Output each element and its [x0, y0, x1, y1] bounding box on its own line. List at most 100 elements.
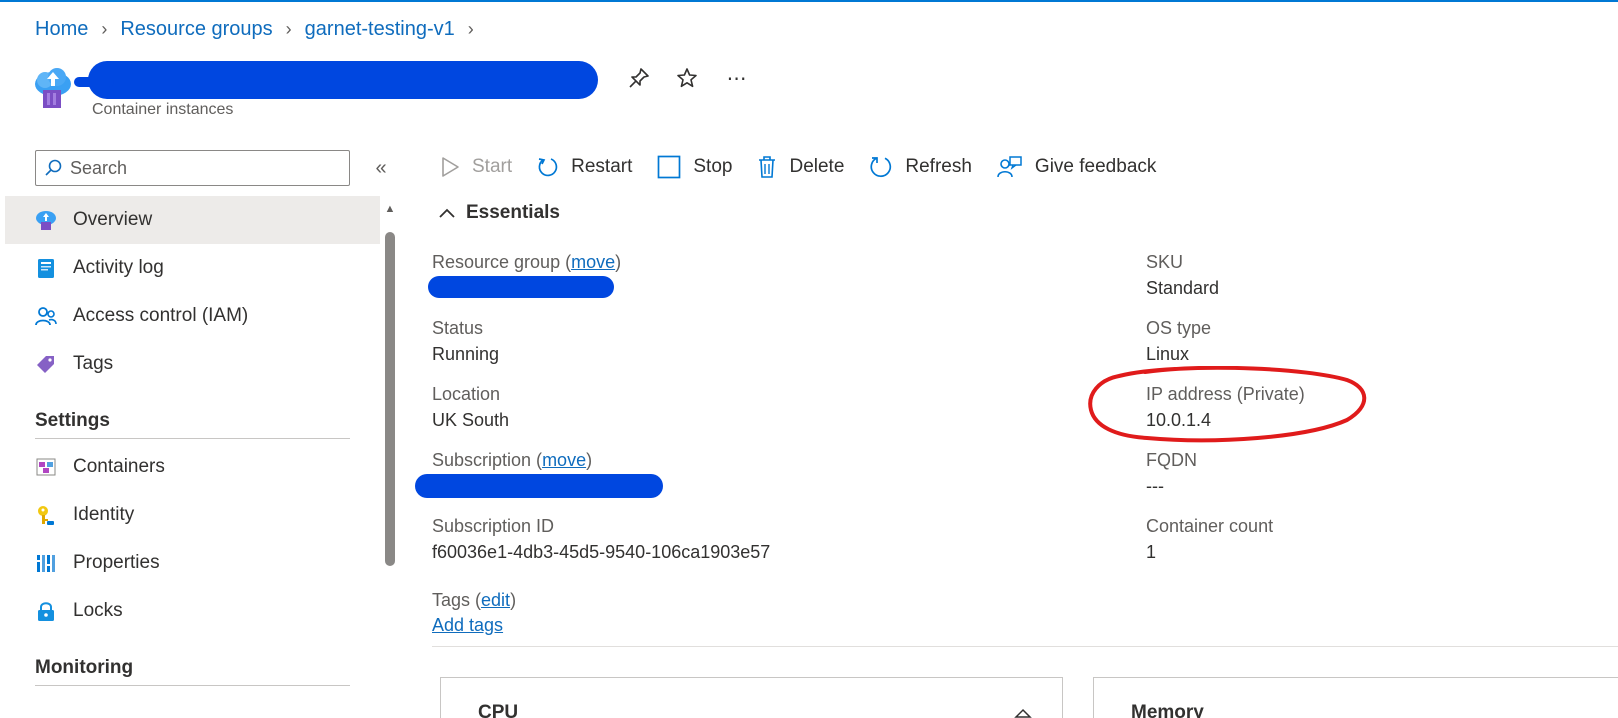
search-input[interactable]	[70, 157, 330, 179]
sidebar-item-activity-log[interactable]: Activity log	[5, 244, 380, 292]
fqdn-property: FQDN ---	[1146, 448, 1197, 498]
activity-log-icon	[35, 257, 57, 279]
redaction-mark-resource-group	[428, 276, 614, 298]
restart-icon	[538, 158, 558, 177]
sidebar-item-properties[interactable]: Properties	[5, 539, 380, 587]
chevron-up-icon	[439, 208, 455, 218]
section-divider	[35, 685, 350, 686]
sidebar-nav: Overview Activity log Access control (IA…	[5, 196, 380, 690]
section-divider	[35, 438, 350, 439]
sidebar-item-label: Identity	[73, 504, 135, 525]
container-instance-icon	[33, 66, 73, 110]
redaction-mark-subscription	[415, 474, 663, 498]
scroll-up-arrow-icon[interactable]: ▲	[383, 202, 397, 216]
containers-icon	[35, 456, 57, 478]
fqdn-value: ---	[1146, 476, 1164, 496]
redaction-mark-title-tail	[74, 77, 114, 87]
essentials-divider	[432, 646, 1618, 647]
more-icon: ⋯	[726, 67, 748, 90]
resource-group-property: Resource group (move)	[432, 250, 621, 274]
os-type-property: OS type Linux	[1146, 316, 1211, 366]
edit-tags-link[interactable]: edit	[481, 590, 510, 610]
sidebar-item-label: Tags	[73, 353, 114, 374]
chevron-right-icon: ›	[101, 18, 108, 39]
key-icon	[35, 504, 57, 526]
start-label: Start	[472, 156, 513, 177]
breadcrumb-home[interactable]: Home	[35, 18, 88, 41]
sidebar-item-label: Activity log	[73, 257, 164, 278]
breadcrumb-resource-groups[interactable]: Resource groups	[120, 18, 272, 41]
sku-key: SKU	[1146, 252, 1184, 272]
refresh-icon	[870, 157, 892, 178]
give-feedback-button[interactable]: Give feedback	[997, 155, 1156, 179]
breadcrumb: Home › Resource groups › garnet-testing-…	[35, 15, 487, 43]
start-button[interactable]: Start	[440, 156, 512, 178]
container-count-key: Container count	[1146, 516, 1274, 536]
double-chevron-left-icon: «	[375, 156, 387, 179]
scrollbar-thumb[interactable]	[385, 232, 395, 566]
breadcrumb-resource-group[interactable]: garnet-testing-v1	[305, 18, 455, 41]
memory-card: Memory	[1093, 677, 1618, 718]
chevron-right-icon: ›	[285, 18, 292, 39]
subscription-key: Subscription (move)	[432, 450, 593, 470]
stop-button[interactable]: Stop	[657, 155, 732, 179]
more-button[interactable]: ⋯	[723, 64, 751, 92]
sidebar-section-monitoring: Monitoring	[35, 657, 134, 678]
memory-card-title: Memory	[1131, 702, 1204, 718]
container-count-property: Container count 1	[1146, 514, 1273, 564]
sku-property: SKU Standard	[1146, 250, 1219, 300]
refresh-button[interactable]: Refresh	[869, 155, 972, 179]
red-circle-annotation	[1088, 366, 1367, 443]
sidebar-item-label: Locks	[73, 600, 123, 621]
sidebar-item-containers[interactable]: Containers	[5, 443, 380, 491]
pin-button[interactable]	[625, 64, 653, 92]
refresh-label: Refresh	[905, 156, 972, 177]
sidebar-item-label: Access control (IAM)	[73, 305, 249, 326]
sidebar-item-overview[interactable]: Overview	[5, 196, 380, 244]
collapse-sidebar-button[interactable]: «	[368, 154, 394, 182]
delete-label: Delete	[789, 156, 845, 177]
move-resource-group-link[interactable]: move	[571, 252, 615, 272]
move-subscription-link[interactable]: move	[542, 450, 586, 470]
search-box[interactable]	[35, 150, 350, 186]
chevron-right-icon: ›	[467, 18, 474, 39]
delete-button[interactable]: Delete	[757, 155, 844, 179]
give-feedback-label: Give feedback	[1034, 156, 1157, 177]
sidebar-item-label: Containers	[73, 456, 165, 477]
tags-key: Tags (edit)	[432, 590, 517, 610]
sidebar-item-tags[interactable]: Tags	[5, 340, 380, 388]
favorite-button[interactable]	[673, 64, 701, 92]
os-type-key: OS type	[1146, 318, 1212, 338]
restart-label: Restart	[571, 156, 633, 177]
os-type-value: Linux	[1146, 344, 1190, 364]
add-tags-link[interactable]: Add tags	[432, 615, 503, 636]
location-key: Location	[432, 384, 501, 404]
sidebar-item-iam[interactable]: Access control (IAM)	[5, 292, 380, 340]
search-icon	[45, 159, 62, 176]
star-icon	[677, 68, 697, 88]
sidebar-item-label: Overview	[73, 209, 153, 230]
resource-type-subtitle: Container instances	[92, 101, 234, 118]
subscription-id-value: f60036e1-4db3-45d5-9540-106ca1903e57	[432, 542, 771, 562]
essentials-heading: Essentials	[466, 202, 560, 223]
sidebar-item-label: Properties	[73, 552, 160, 573]
sidebar-scrollbar[interactable]: ▲	[383, 202, 397, 712]
status-key: Status	[432, 318, 484, 338]
pin-to-dashboard-icon[interactable]	[1012, 708, 1034, 718]
cpu-card: CPU	[440, 677, 1063, 718]
stop-icon	[658, 155, 681, 179]
subscription-property: Subscription (move)	[432, 448, 592, 472]
status-property: Status Running	[432, 316, 499, 366]
overview-icon	[35, 209, 57, 231]
essentials-toggle[interactable]: Essentials	[438, 202, 560, 224]
lock-icon	[35, 600, 57, 622]
container-count-value: 1	[1146, 542, 1157, 562]
resource-group-key: Resource group (move)	[432, 252, 622, 272]
top-accent-line	[0, 0, 1618, 2]
tags-property: Tags (edit)	[432, 588, 516, 612]
sidebar-item-identity[interactable]: Identity	[5, 491, 380, 539]
location-property: Location UK South	[432, 382, 509, 432]
feedback-icon	[997, 156, 1022, 178]
restart-button[interactable]: Restart	[537, 156, 632, 178]
sidebar-item-locks[interactable]: Locks	[5, 587, 380, 635]
